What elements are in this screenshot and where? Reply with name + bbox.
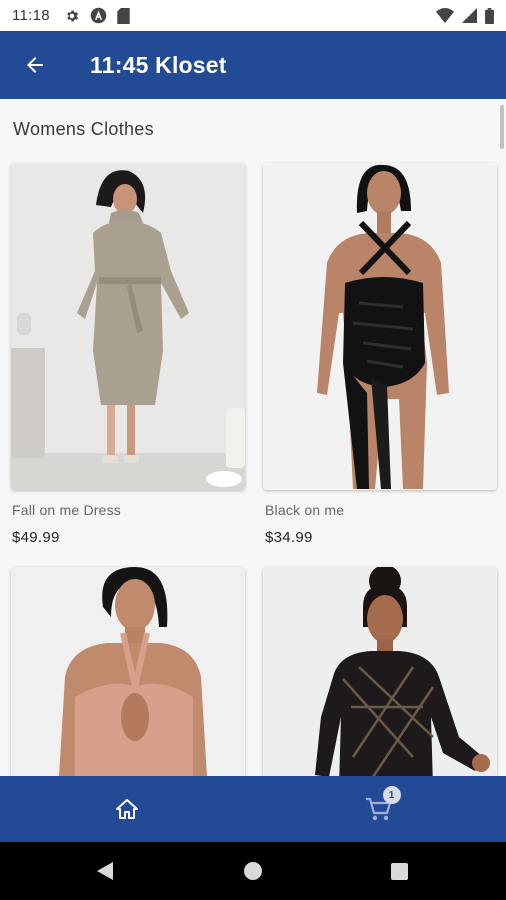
product-price: $49.99 bbox=[12, 529, 60, 546]
app-bar: 11:45 Kloset bbox=[0, 31, 506, 99]
product-card[interactable] bbox=[263, 163, 497, 490]
back-arrow-icon bbox=[27, 57, 43, 73]
system-home-icon[interactable] bbox=[244, 862, 262, 880]
autofill-icon bbox=[90, 7, 107, 24]
system-nav-icons bbox=[97, 862, 408, 880]
settings-icon bbox=[67, 10, 79, 21]
bottom-nav: 1 bbox=[0, 776, 506, 842]
system-back-icon[interactable] bbox=[97, 862, 113, 880]
product-list[interactable]: Womens Clothes Fall on me Dress $49.99 B… bbox=[0, 99, 506, 776]
product-name: Black on me bbox=[265, 502, 345, 518]
product-name: Fall on me Dress bbox=[12, 502, 122, 518]
product-image bbox=[263, 567, 497, 776]
wifi-icon bbox=[436, 8, 454, 23]
status-time: 11:18 bbox=[12, 7, 50, 24]
battery-icon bbox=[485, 7, 494, 24]
sd-card-icon bbox=[117, 7, 130, 24]
scrollbar[interactable] bbox=[500, 105, 504, 149]
signal-icon bbox=[462, 8, 477, 23]
status-bar: 11:18 bbox=[0, 0, 506, 31]
system-nav-bar bbox=[0, 842, 506, 900]
product-card[interactable] bbox=[11, 567, 245, 776]
nav-home[interactable] bbox=[0, 776, 253, 842]
home-icon bbox=[115, 799, 138, 819]
back-button[interactable] bbox=[0, 31, 70, 99]
product-image bbox=[11, 567, 245, 776]
product-card[interactable] bbox=[263, 567, 497, 776]
cart-button[interactable]: 1 bbox=[365, 786, 401, 822]
system-recents-icon[interactable] bbox=[391, 863, 408, 880]
nav-cart[interactable]: 1 bbox=[253, 776, 506, 842]
product-price: $34.99 bbox=[265, 529, 313, 546]
section-title: Womens Clothes bbox=[13, 119, 154, 139]
app-title: 11:45 Kloset bbox=[90, 51, 227, 78]
product-image bbox=[263, 163, 497, 490]
product-image bbox=[11, 163, 245, 490]
product-card[interactable] bbox=[11, 163, 245, 490]
cart-count-badge: 1 bbox=[382, 786, 401, 804]
